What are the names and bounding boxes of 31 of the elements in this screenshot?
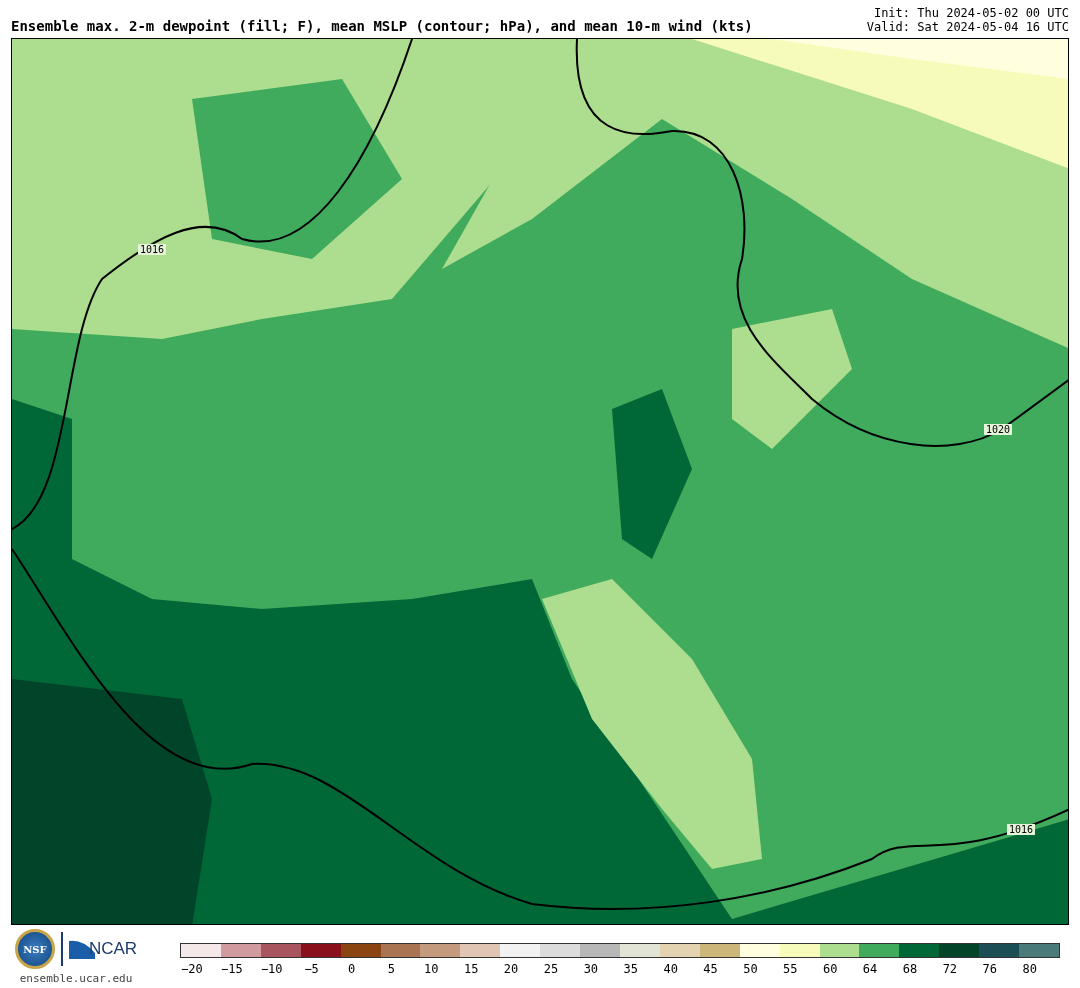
tick-label: −15 — [220, 961, 244, 976]
tick-label: 55 — [782, 961, 799, 976]
tick-label: −5 — [303, 961, 320, 976]
tick-label: 25 — [542, 961, 560, 976]
tick-label: 80 — [1021, 961, 1038, 976]
nsf-logo: NSF — [14, 929, 55, 969]
tick-label: −10 — [259, 961, 284, 976]
tick-label: 15 — [462, 961, 480, 976]
tick-label: −20 — [180, 961, 204, 976]
contour-label: 1016 — [138, 244, 167, 255]
tick-label: 30 — [582, 961, 600, 976]
tick-label: 20 — [502, 961, 520, 976]
tick-label: 5 — [386, 961, 396, 976]
init-time: Init: Thu 2024-05-02 00 UTC — [873, 6, 1069, 20]
tick-label: 64 — [861, 961, 879, 976]
tick-label: 40 — [662, 961, 679, 976]
contour-label: 1016 — [1007, 824, 1036, 835]
tick-label: 60 — [821, 961, 839, 976]
tick-label: 45 — [702, 961, 719, 976]
valid-time: Valid: Sat 2024-05-04 16 UTC — [866, 20, 1069, 34]
tick-label: 50 — [742, 961, 759, 976]
tick-label: 0 — [346, 961, 357, 976]
tick-label: 68 — [901, 961, 919, 976]
ncar-logo-text: NCAR — [88, 939, 138, 959]
tick-label: 72 — [941, 961, 959, 976]
tick-label: 10 — [423, 961, 440, 976]
tick-label: 76 — [981, 961, 998, 976]
contour-label: 1020 — [984, 424, 1013, 435]
website-url: ensemble.ucar.edu — [19, 972, 133, 985]
chart-title: Ensemble max. 2-m dewpoint (fill; F), mean MSLP (contour; hPa), and mean 10-m wind (kts) — [11, 18, 753, 34]
tick-label: 35 — [622, 961, 639, 976]
